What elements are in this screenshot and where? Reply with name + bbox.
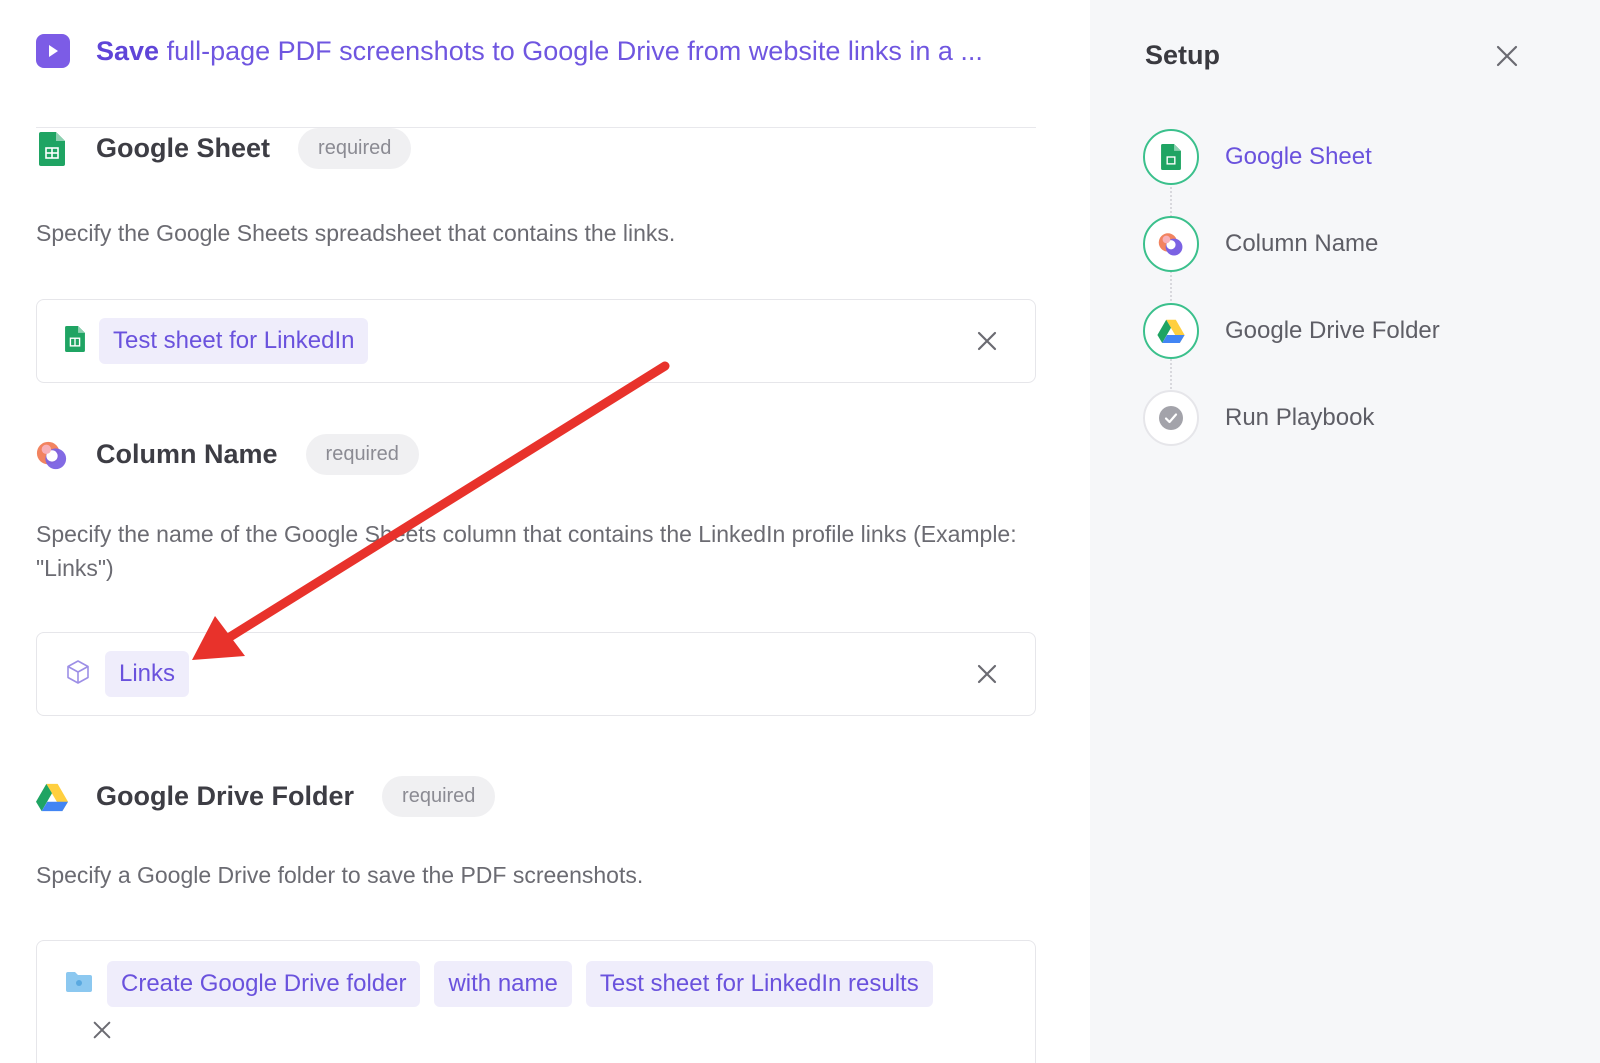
step-google-drive-folder[interactable]: Google Drive Folder bbox=[1143, 303, 1440, 359]
section-title: Google Drive Folder bbox=[96, 781, 355, 811]
section-title: Google Sheet bbox=[96, 133, 271, 163]
drive-folder-name-chip[interactable]: Test sheet for LinkedIn results bbox=[585, 961, 933, 1007]
check-circle-icon bbox=[1143, 390, 1199, 446]
step-label: Google Drive Folder bbox=[1225, 317, 1440, 344]
section-google-drive-header: Google Drive Folder required bbox=[36, 776, 496, 817]
step-google-sheet[interactable]: Google Sheet bbox=[1143, 129, 1372, 185]
section-description: Specify the Google Sheets spreadsheet th… bbox=[36, 220, 676, 246]
step-run-playbook[interactable]: Run Playbook bbox=[1143, 390, 1374, 446]
step-label: Column Name bbox=[1225, 230, 1379, 257]
setup-sidebar: Setup Google Sheet Column Name Google Dr… bbox=[1090, 0, 1600, 1063]
section-description: Specify the name of the Google Sheets co… bbox=[36, 521, 1017, 581]
close-icon[interactable] bbox=[1495, 44, 1519, 68]
clear-icon[interactable] bbox=[975, 662, 999, 686]
cube-icon bbox=[65, 659, 91, 690]
step-column-name[interactable]: Column Name bbox=[1143, 216, 1378, 272]
play-icon bbox=[36, 34, 70, 68]
step-label: Run Playbook bbox=[1225, 404, 1375, 431]
drive-with-name-chip[interactable]: with name bbox=[434, 961, 572, 1007]
google-sheet-field[interactable]: Test sheet for LinkedIn bbox=[36, 299, 1036, 383]
steps-connector bbox=[1170, 183, 1172, 393]
section-google-sheet-header: Google Sheet required bbox=[36, 128, 412, 169]
column-icon bbox=[1143, 216, 1199, 272]
main-panel: Save full-page PDF screenshots to Google… bbox=[0, 0, 1090, 1063]
required-badge: required bbox=[382, 776, 496, 817]
column-name-field[interactable]: Links bbox=[36, 632, 1036, 716]
google-sheets-icon bbox=[1143, 129, 1199, 185]
google-drive-folder-field[interactable]: Create Google Drive folder with name Tes… bbox=[36, 940, 1036, 1063]
clear-icon[interactable] bbox=[975, 329, 999, 353]
google-sheets-icon bbox=[36, 131, 68, 167]
selected-sheet-chip[interactable]: Test sheet for LinkedIn bbox=[99, 318, 369, 364]
drive-action-chip[interactable]: Create Google Drive folder bbox=[107, 961, 421, 1007]
sidebar-title: Setup bbox=[1145, 40, 1221, 70]
required-badge: required bbox=[305, 434, 419, 475]
google-drive-icon bbox=[36, 779, 68, 815]
selected-column-chip[interactable]: Links bbox=[105, 651, 190, 697]
step-label: Google Sheet bbox=[1225, 143, 1372, 170]
required-badge: required bbox=[298, 128, 412, 169]
column-icon bbox=[36, 437, 68, 473]
section-description: Specify a Google Drive folder to save th… bbox=[36, 862, 644, 888]
google-sheets-icon bbox=[65, 325, 85, 357]
section-column-name-header: Column Name required bbox=[36, 434, 419, 475]
playbook-title-row: Save full-page PDF screenshots to Google… bbox=[36, 34, 983, 68]
playbook-title: Save full-page PDF screenshots to Google… bbox=[96, 35, 983, 66]
section-title: Column Name bbox=[96, 439, 278, 469]
google-drive-icon bbox=[1143, 303, 1199, 359]
folder-icon bbox=[65, 971, 93, 998]
clear-icon[interactable] bbox=[91, 1019, 113, 1041]
